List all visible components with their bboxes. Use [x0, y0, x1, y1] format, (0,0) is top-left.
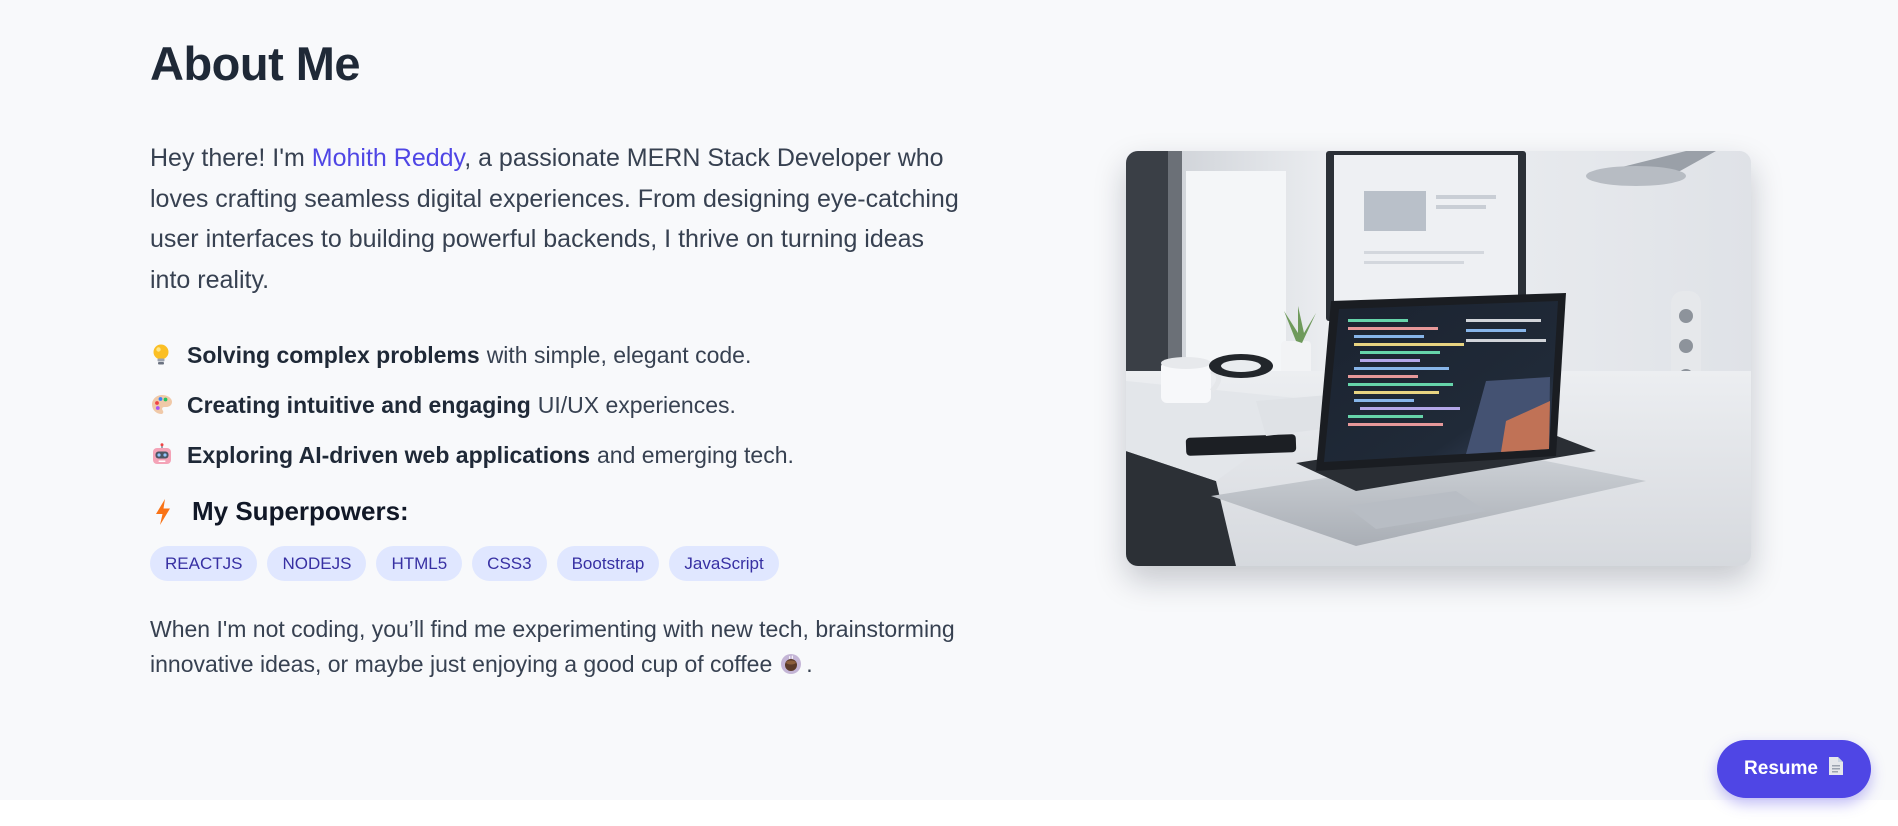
- page-bottom: [0, 800, 1898, 826]
- superpowers-heading: My Superpowers:: [154, 496, 409, 527]
- highlight-item: Solving complex problems with simple, el…: [150, 330, 794, 380]
- highlight-text: and emerging tech.: [596, 441, 794, 468]
- skill-chip: Bootstrap: [556, 546, 660, 581]
- resume-label: Resume: [1744, 758, 1818, 779]
- palette-icon: [150, 393, 187, 417]
- superpowers-label: My Superpowers:: [192, 496, 409, 526]
- highlight-strong: Exploring AI-driven web applications: [187, 441, 590, 468]
- highlight-item: Exploring AI-driven web applications and…: [150, 430, 794, 480]
- outro-end: .: [806, 651, 813, 677]
- laptop-desk-illustration: [1126, 151, 1751, 566]
- coffee-icon: [780, 650, 802, 685]
- highlight-text: UI/UX experiences.: [537, 391, 736, 418]
- outro-text: When I'm not coding, you’ll find me expe…: [150, 616, 955, 677]
- skill-chip: NODEJS: [267, 546, 367, 581]
- highlights-list: Solving complex problems with simple, el…: [150, 330, 794, 480]
- highlight-text: with simple, elegant code.: [486, 341, 752, 368]
- robot-icon: [150, 443, 187, 467]
- lightbulb-icon: [150, 343, 187, 367]
- workspace-photo: [1126, 151, 1751, 566]
- highlight-strong: Solving complex problems: [187, 341, 480, 368]
- skill-chip: REACTJS: [150, 546, 258, 581]
- page-title: About Me: [150, 37, 361, 90]
- skill-chip: HTML5: [376, 546, 463, 581]
- skill-chip: CSS3: [472, 546, 547, 581]
- lightning-icon: [154, 498, 192, 526]
- highlight-item: Creating intuitive and engaging UI/UX ex…: [150, 380, 794, 430]
- skills-list: REACTJS NODEJS HTML5 CSS3 Bootstrap Java…: [150, 546, 779, 581]
- about-section: About Me Hey there! I'm Mohith Reddy, a …: [0, 0, 1898, 800]
- outro-paragraph: When I'm not coding, you’ll find me expe…: [150, 612, 970, 685]
- resume-button[interactable]: Resume: [1717, 740, 1871, 798]
- skill-chip: JavaScript: [669, 546, 779, 581]
- highlight-strong: Creating intuitive and engaging: [187, 391, 531, 418]
- document-icon: [1828, 756, 1844, 782]
- intro-text-start: Hey there! I'm: [150, 144, 312, 172]
- author-name: Mohith Reddy: [311, 144, 465, 172]
- intro-paragraph: Hey there! I'm Mohith Reddy, a passionat…: [150, 138, 960, 300]
